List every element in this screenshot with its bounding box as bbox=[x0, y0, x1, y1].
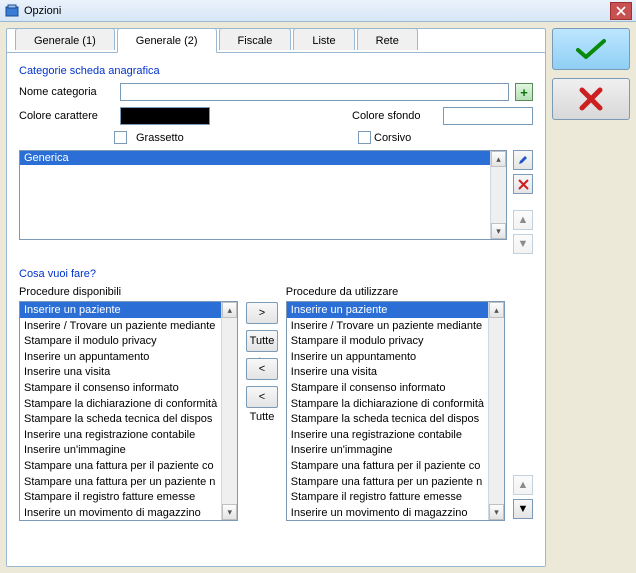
checkmark-icon bbox=[574, 38, 608, 60]
scroll-up-icon[interactable]: ▴ bbox=[222, 302, 237, 318]
remove-one-button[interactable]: < bbox=[246, 358, 278, 380]
list-item[interactable]: Inserire un paziente bbox=[287, 302, 488, 318]
x-icon bbox=[518, 179, 529, 190]
triangle-down-icon: ▼ bbox=[518, 238, 529, 250]
ok-button[interactable] bbox=[552, 28, 630, 70]
dialog-buttons bbox=[552, 28, 630, 567]
available-header: Procedure disponibili bbox=[19, 286, 238, 298]
list-item[interactable]: Inserire un movimento di magazzino bbox=[20, 505, 221, 521]
list-item[interactable]: Stampare la dichiarazione di conformità bbox=[287, 396, 488, 412]
add-category-button[interactable]: + bbox=[515, 83, 533, 101]
section-cosa-title: Cosa vuoi fare? bbox=[19, 268, 533, 280]
list-item[interactable]: Stampare la scheda tecnica del dispos bbox=[20, 411, 221, 427]
category-scrollbar[interactable]: ▴ ▾ bbox=[490, 151, 506, 239]
checkbox-grassetto[interactable] bbox=[114, 131, 127, 144]
list-item[interactable]: Inserire un appuntamento bbox=[287, 349, 488, 365]
checkbox-corsivo[interactable] bbox=[358, 131, 371, 144]
list-item[interactable]: Stampare la dichiarazione di conformità bbox=[20, 396, 221, 412]
list-item[interactable]: Stampare una fattura per il paziente co bbox=[20, 458, 221, 474]
move-procedure-up-button[interactable]: ▲ bbox=[513, 475, 533, 495]
list-item[interactable]: Stampare una fattura per un paziente n bbox=[287, 474, 488, 490]
scroll-up-icon[interactable]: ▴ bbox=[489, 302, 504, 318]
x-icon bbox=[578, 86, 604, 112]
scroll-up-icon[interactable]: ▴ bbox=[491, 151, 506, 167]
color-carattere-swatch[interactable] bbox=[120, 107, 210, 125]
move-procedure-down-button[interactable]: ▼ bbox=[513, 499, 533, 519]
list-item[interactable]: Stampare la scheda tecnica del dispos bbox=[287, 411, 488, 427]
list-item[interactable]: Inserire / Trovare un paziente mediante bbox=[20, 318, 221, 334]
procedures-available-listbox[interactable]: Inserire un pazienteInserire / Trovare u… bbox=[19, 301, 238, 521]
list-item[interactable]: Stampare il registro fatture emesse bbox=[287, 489, 488, 505]
list-item[interactable]: Inserire un appuntamento bbox=[20, 349, 221, 365]
list-item[interactable]: Stampare una fattura per un paziente n bbox=[20, 474, 221, 490]
list-item[interactable]: Stampare il modulo privacy bbox=[20, 333, 221, 349]
triangle-up-icon: ▲ bbox=[518, 214, 529, 226]
window-title: Opzioni bbox=[24, 5, 610, 17]
label-colore-carattere: Colore carattere bbox=[19, 110, 114, 122]
list-item[interactable]: Stampare il registro fatture emesse bbox=[20, 489, 221, 505]
category-item[interactable]: Generica bbox=[20, 151, 490, 165]
scroll-down-icon[interactable]: ▾ bbox=[489, 504, 504, 520]
used-header: Procedure da utilizzare bbox=[286, 286, 505, 298]
color-sfondo-swatch[interactable] bbox=[443, 107, 533, 125]
plus-icon: + bbox=[520, 85, 528, 100]
triangle-up-icon: ▲ bbox=[518, 479, 529, 491]
label-nome-categoria: Nome categoria bbox=[19, 86, 114, 98]
list-item[interactable]: Inserire una visita bbox=[287, 364, 488, 380]
scroll-down-icon[interactable]: ▾ bbox=[491, 223, 506, 239]
label-colore-sfondo: Colore sfondo bbox=[352, 110, 437, 122]
available-scrollbar[interactable]: ▴ ▾ bbox=[221, 302, 237, 520]
list-item[interactable]: Inserire un'immagine bbox=[287, 442, 488, 458]
list-item[interactable]: Inserire un paziente bbox=[20, 302, 221, 318]
tab-strip: Generale (1) Generale (2) Fiscale Liste … bbox=[15, 28, 420, 52]
tab-generale-2[interactable]: Generale (2) bbox=[117, 28, 217, 53]
list-item[interactable]: Inserire un'immagine bbox=[20, 442, 221, 458]
pencil-icon bbox=[517, 154, 529, 166]
list-item[interactable]: Inserire una registrazione contabile bbox=[20, 427, 221, 443]
list-item[interactable]: Inserire una registrazione contabile bbox=[287, 427, 488, 443]
list-item[interactable]: Inserire una visita bbox=[20, 364, 221, 380]
list-item[interactable]: Inserire / Trovare un paziente mediante bbox=[287, 318, 488, 334]
list-item[interactable]: Stampare il consenso informato bbox=[20, 380, 221, 396]
app-icon bbox=[4, 3, 20, 19]
procedures-used-listbox[interactable]: Inserire un pazienteInserire / Trovare u… bbox=[286, 301, 505, 521]
category-listbox[interactable]: Generica ▴ ▾ bbox=[19, 150, 507, 240]
move-category-down-button[interactable]: ▼ bbox=[513, 234, 533, 254]
add-all-button[interactable]: Tutte > bbox=[246, 330, 278, 352]
tab-rete[interactable]: Rete bbox=[357, 28, 418, 50]
list-item[interactable]: Stampare il modulo privacy bbox=[287, 333, 488, 349]
tab-liste[interactable]: Liste bbox=[293, 28, 354, 50]
tab-body: Categorie scheda anagrafica Nome categor… bbox=[7, 52, 545, 566]
section-categories-title: Categorie scheda anagrafica bbox=[19, 65, 533, 77]
label-corsivo: Corsivo bbox=[374, 132, 411, 144]
remove-all-button[interactable]: < Tutte bbox=[246, 386, 278, 408]
nome-categoria-input[interactable] bbox=[120, 83, 509, 101]
list-item[interactable]: Stampare il consenso informato bbox=[287, 380, 488, 396]
tab-fiscale[interactable]: Fiscale bbox=[219, 28, 292, 50]
move-category-up-button[interactable]: ▲ bbox=[513, 210, 533, 230]
add-one-button[interactable]: > bbox=[246, 302, 278, 324]
list-item[interactable]: Stampare una fattura per il paziente co bbox=[287, 458, 488, 474]
main-panel: Generale (1) Generale (2) Fiscale Liste … bbox=[6, 28, 546, 567]
list-item[interactable]: Inserire un movimento di magazzino bbox=[287, 505, 488, 521]
triangle-down-icon: ▼ bbox=[518, 503, 529, 515]
label-grassetto: Grassetto bbox=[136, 132, 184, 144]
tab-generale-1[interactable]: Generale (1) bbox=[15, 28, 115, 50]
edit-category-button[interactable] bbox=[513, 150, 533, 170]
delete-category-button[interactable] bbox=[513, 174, 533, 194]
titlebar: Opzioni bbox=[0, 0, 636, 22]
window-close-button[interactable] bbox=[610, 2, 632, 20]
scroll-down-icon[interactable]: ▾ bbox=[222, 504, 237, 520]
cancel-button[interactable] bbox=[552, 78, 630, 120]
used-scrollbar[interactable]: ▴ ▾ bbox=[488, 302, 504, 520]
